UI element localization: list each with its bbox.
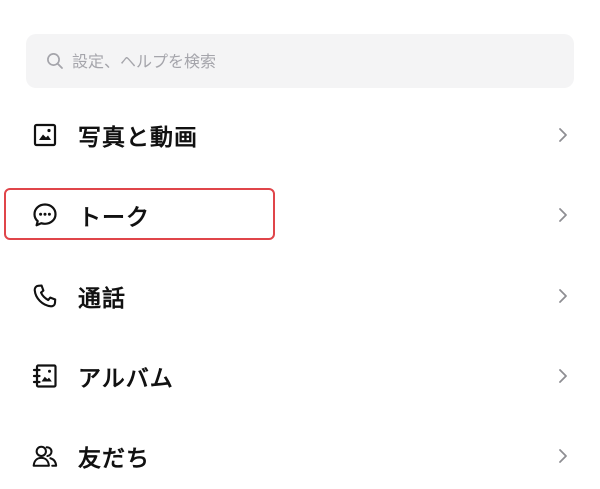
- menu-item-label: 写真と動画: [78, 125, 198, 151]
- search-icon: [47, 53, 63, 69]
- chevron-right-icon: [556, 446, 570, 466]
- menu-item-photos-videos[interactable]: 写真と動画: [0, 103, 600, 167]
- chevron-right-icon: [556, 286, 570, 306]
- album-icon: [32, 363, 58, 389]
- search-input[interactable]: [72, 51, 542, 71]
- chat-bubble-icon: [32, 202, 58, 228]
- friends-icon: [32, 443, 58, 469]
- menu-item-talk[interactable]: トーク: [0, 183, 600, 247]
- menu-item-friends[interactable]: 友だち: [0, 424, 600, 488]
- menu-item-label: 友だち: [78, 446, 150, 472]
- menu-item-label: アルバム: [78, 366, 174, 392]
- photo-icon: [32, 122, 58, 148]
- phone-icon: [32, 283, 58, 309]
- menu-item-calls[interactable]: 通話: [0, 264, 600, 328]
- chevron-right-icon: [556, 125, 570, 145]
- chevron-right-icon: [556, 205, 570, 225]
- menu-item-label: トーク: [78, 205, 150, 231]
- search-bar[interactable]: [26, 34, 574, 88]
- menu-item-albums[interactable]: アルバム: [0, 344, 600, 408]
- menu-item-label: 通話: [78, 286, 126, 312]
- chevron-right-icon: [556, 366, 570, 386]
